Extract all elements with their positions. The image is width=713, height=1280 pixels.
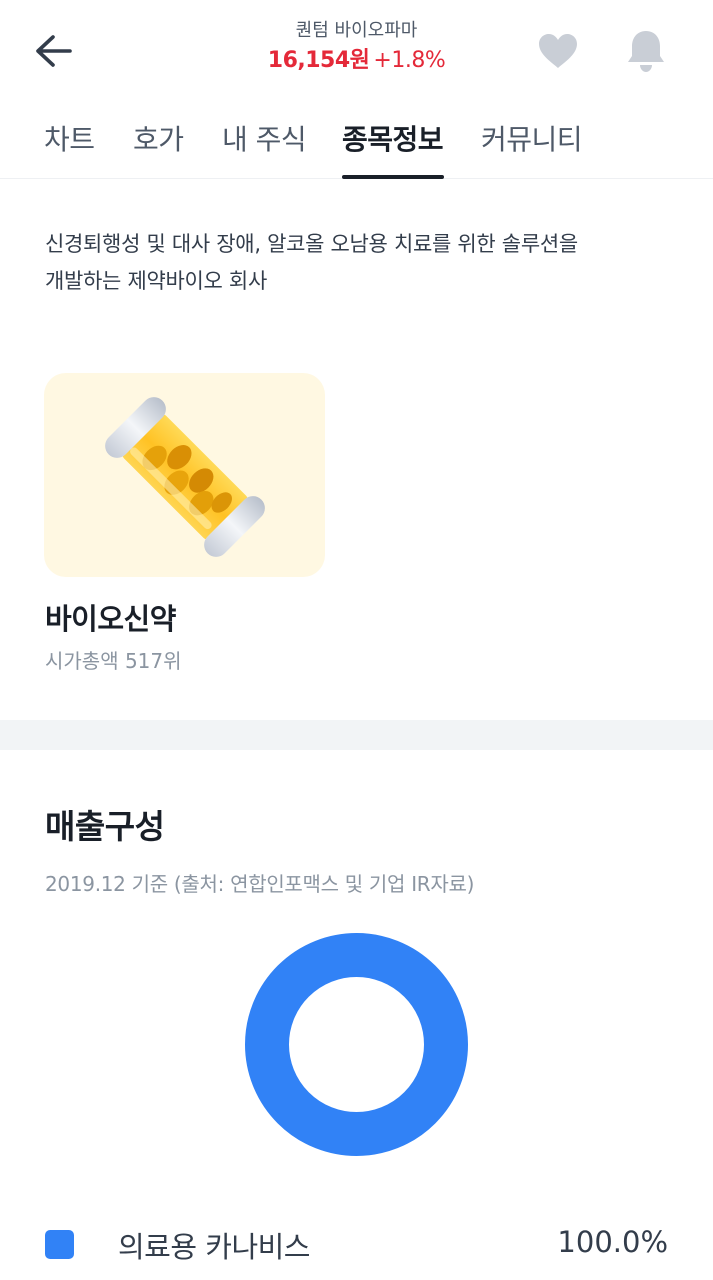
alert-button[interactable]: [622, 26, 670, 76]
revenue-title: 매출구성: [45, 807, 165, 846]
top-bar: 퀀텀 바이오파마 16,154원 +1.8%: [0, 0, 713, 100]
stock-title: 퀀텀 바이오파마 16,154원 +1.8%: [0, 18, 713, 78]
category-card[interactable]: [44, 373, 325, 577]
price-change: +1.8%: [373, 48, 446, 73]
stock-name: 퀀텀 바이오파마: [295, 20, 418, 41]
revenue-source: 2019.12 기준 (출처: 연합인포맥스 및 기업 IR자료): [45, 872, 475, 896]
tab-my-stock[interactable]: 내 주식: [222, 118, 307, 158]
legend-label: 의료용 카나비스: [118, 1230, 310, 1264]
category-title: 바이오신약: [45, 602, 176, 636]
revenue-donut-chart: [245, 933, 468, 1156]
tab-stock-info[interactable]: 종목정보: [342, 118, 444, 158]
donut-slice: [245, 933, 468, 1156]
active-tab-indicator: [342, 175, 444, 179]
legend-item[interactable]: 의료용 카나비스 100.0%: [0, 1218, 713, 1268]
description-line: 신경퇴행성 및 대사 장애, 알코올 오남용 치료를 위한 솔루션을: [45, 232, 578, 256]
tab-bar: 차트 호가 내 주식 종목정보 커뮤니티: [0, 100, 713, 179]
bell-icon: [628, 31, 664, 72]
current-price: 16,154원: [267, 48, 370, 73]
legend-swatch: [45, 1230, 74, 1259]
pill-capsule-icon: [105, 397, 265, 557]
price-line: 16,154원 +1.8%: [0, 44, 713, 78]
category-rank: 시가총액 517위: [45, 649, 182, 673]
tab-chart[interactable]: 차트: [44, 118, 95, 158]
heart-icon: [539, 34, 577, 68]
tab-community[interactable]: 커뮤니티: [481, 118, 583, 158]
description-line: 개발하는 제약바이오 회사: [45, 269, 267, 293]
tab-orderbook[interactable]: 호가: [133, 118, 184, 158]
section-divider: [0, 720, 713, 750]
favorite-button[interactable]: [534, 28, 582, 74]
company-description: 신경퇴행성 및 대사 장애, 알코올 오남용 치료를 위한 솔루션을 개발하는 …: [45, 226, 675, 300]
legend-value: 100.0%: [557, 1225, 668, 1259]
